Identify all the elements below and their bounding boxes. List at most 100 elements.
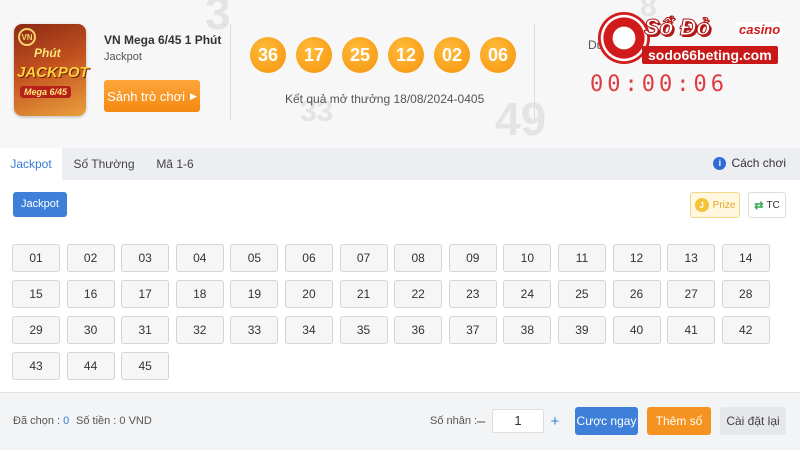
number-button[interactable]: 27 <box>667 280 716 308</box>
game-subtitle: Jackpot <box>104 51 142 63</box>
plus-icon[interactable]: + <box>544 413 566 430</box>
number-button[interactable]: 17 <box>121 280 170 308</box>
number-button[interactable]: 35 <box>339 316 388 344</box>
how-to-play-link[interactable]: i Cách chơi <box>713 156 786 170</box>
number-button[interactable]: 29 <box>12 316 60 344</box>
logo-vn-badge: VN <box>18 28 36 46</box>
number-button[interactable]: 03 <box>121 244 170 272</box>
add-number-button[interactable]: Thêm số <box>647 407 711 435</box>
number-grid: 01 02 03 04 05 06 07 08 09 10 11 12 13 14 15 16 17 18 19 20… <box>12 244 772 380</box>
shuffle-icon: ⇄ <box>754 199 764 212</box>
number-button[interactable]: 30 <box>66 316 115 344</box>
result-ball: 25 <box>342 37 378 73</box>
number-button[interactable]: 32 <box>175 316 224 344</box>
game-logo: VN Phút JACKPOT Mega 6/45 <box>14 24 89 116</box>
minus-icon[interactable]: – <box>470 413 492 430</box>
number-button[interactable]: 16 <box>66 280 115 308</box>
number-button[interactable]: 44 <box>66 352 115 380</box>
bet-footer: Đã chọn : 0 Số tiền : 0 VND Số nhân : – … <box>0 392 800 450</box>
divider <box>230 24 231 120</box>
number-button[interactable]: 13 <box>667 244 716 272</box>
tab-jackpot[interactable]: Jackpot <box>0 148 62 180</box>
number-button[interactable]: 07 <box>339 244 388 272</box>
number-button[interactable]: 25 <box>557 280 606 308</box>
brand-domain: sodo66beting.com <box>642 46 778 64</box>
prize-button[interactable]: J Prize <box>690 192 740 218</box>
bet-type-tabs: Jackpot Số Thường Mã 1-6 i Cách chơi <box>0 148 800 180</box>
number-button[interactable]: 20 <box>284 280 333 308</box>
number-button[interactable]: 45 <box>121 352 170 380</box>
number-button[interactable]: 28 <box>721 280 770 308</box>
divider <box>534 24 535 120</box>
selected-count-value: 0 <box>63 415 70 427</box>
random-pick-button[interactable]: ⇄ TC <box>748 192 786 218</box>
total-amount: Số tiền : 0 VND <box>76 415 152 427</box>
tab-ma-1-6[interactable]: Mã 1-6 <box>146 148 204 180</box>
result-draw-text: Kết quả mở thưởng 18/08/2024-0405 <box>285 92 485 106</box>
game-header: 3 33 49 8 VN Phút JACKPOT Mega 6/45 VN M… <box>0 0 800 148</box>
logo-text-jackpot: JACKPOT <box>17 64 89 81</box>
number-button[interactable]: 33 <box>230 316 279 344</box>
multiplier-stepper: – 1 + <box>470 409 566 433</box>
tab-so-thuong[interactable]: Số Thường <box>66 148 142 180</box>
reset-button[interactable]: Cài đặt lại <box>720 407 786 435</box>
number-button[interactable]: 31 <box>121 316 170 344</box>
number-button[interactable]: 42 <box>721 316 770 344</box>
game-title: VN Mega 6/45 1 Phút <box>104 33 222 47</box>
number-button[interactable]: 15 <box>12 280 60 308</box>
result-ball: 17 <box>296 37 332 73</box>
background-number: 49 <box>495 93 547 145</box>
number-button[interactable]: 36 <box>394 316 443 344</box>
number-button[interactable]: 43 <box>12 352 60 380</box>
number-button[interactable]: 09 <box>448 244 497 272</box>
selected-count: Đã chọn : 0 <box>13 415 69 427</box>
number-button[interactable]: 24 <box>503 280 552 308</box>
number-button[interactable]: 05 <box>230 244 279 272</box>
info-icon: i <box>713 156 727 170</box>
coin-icon: J <box>694 198 709 212</box>
number-button[interactable]: 26 <box>612 280 661 308</box>
number-button[interactable]: 39 <box>557 316 606 344</box>
multiplier-input[interactable]: 1 <box>492 409 544 433</box>
number-button[interactable]: 14 <box>721 244 770 272</box>
result-ball: 06 <box>480 37 516 73</box>
number-button[interactable]: 34 <box>284 316 333 344</box>
brand-name: Sổ Đỏ <box>643 14 711 41</box>
number-button[interactable]: 37 <box>448 316 497 344</box>
result-ball: 02 <box>434 37 470 73</box>
logo-text-phut: Phút <box>34 46 61 60</box>
number-button[interactable]: 23 <box>448 280 497 308</box>
number-button[interactable]: 19 <box>230 280 279 308</box>
number-button[interactable]: 18 <box>175 280 224 308</box>
number-button[interactable]: 02 <box>66 244 115 272</box>
number-button[interactable]: 38 <box>503 316 552 344</box>
number-button[interactable]: 10 <box>503 244 552 272</box>
how-to-play-label: Cách chơi <box>731 156 786 170</box>
brand-watermark: Sổ Đỏ casino sodo66beting.com <box>598 10 794 70</box>
total-amount-label: Số tiền : <box>76 415 120 427</box>
game-lobby-button[interactable]: Sảnh trò chơi ▶ <box>104 80 200 112</box>
number-button[interactable]: 08 <box>394 244 443 272</box>
number-picker-panel: Jackpot J Prize ⇄ TC 01 02 03 04 05 06 07 08 09 1… <box>0 180 800 392</box>
selected-count-label: Đã chọn : <box>13 415 64 427</box>
number-button[interactable]: 01 <box>12 244 60 272</box>
result-ball: 12 <box>388 37 424 73</box>
mode-jackpot-button[interactable]: Jackpot <box>13 192 67 217</box>
number-button[interactable]: 12 <box>612 244 661 272</box>
number-button[interactable]: 22 <box>394 280 443 308</box>
brand-tag: casino <box>736 22 784 37</box>
bet-now-button[interactable]: Cược ngay <box>575 407 638 435</box>
prize-label: Prize <box>712 199 736 211</box>
number-button[interactable]: 06 <box>284 244 333 272</box>
number-button[interactable]: 11 <box>557 244 606 272</box>
countdown-timer: 00:00:06 <box>590 72 728 97</box>
result-balls: 36 17 25 12 02 06 <box>250 37 516 73</box>
number-button[interactable]: 40 <box>612 316 661 344</box>
lobby-button-label: Sảnh trò chơi <box>107 88 185 104</box>
number-button[interactable]: 41 <box>667 316 716 344</box>
number-button[interactable]: 04 <box>175 244 224 272</box>
number-button[interactable]: 21 <box>339 280 388 308</box>
caret-right-icon: ▶ <box>189 90 197 101</box>
random-pick-label: TC <box>766 199 780 211</box>
total-amount-value: 0 VND <box>119 415 152 427</box>
